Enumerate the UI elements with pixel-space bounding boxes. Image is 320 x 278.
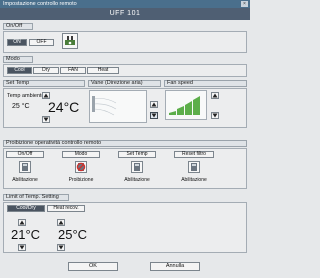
fan-speed-bars-icon [169, 96, 200, 115]
remote-enabled-icon [188, 161, 200, 173]
prohibit-set-temp-button[interactable]: Set Temp [118, 151, 156, 158]
heat-limit-up-button[interactable] [57, 219, 65, 226]
window-title: Impostazione controllo remoto [3, 1, 77, 7]
vane-airflow-icon [90, 91, 146, 122]
prohibition-section-title: Proibizione operatività controllo remoto [3, 140, 247, 147]
remote-enabled-icon [19, 161, 31, 173]
mode-heat-button[interactable]: Heat [87, 67, 119, 74]
limit-section-title: Limit of Temp. Setting [3, 194, 69, 201]
prohibit-reset-filter-status: Abilitazione [181, 177, 207, 183]
cool-limit-down-button[interactable] [18, 244, 26, 251]
temp-down-button[interactable] [42, 116, 50, 123]
off-button[interactable]: OFF [29, 39, 54, 46]
prohibit-reset-filter-button[interactable]: Reset filtro [174, 151, 214, 158]
ok-button[interactable]: OK [68, 262, 118, 271]
cancel-button[interactable]: Annulla [150, 262, 200, 271]
vane-down-button[interactable] [150, 112, 158, 119]
temp-up-button[interactable] [42, 92, 50, 99]
arrow-down-icon [58, 245, 64, 250]
arrow-up-icon [212, 93, 218, 98]
arrow-up-icon [43, 93, 49, 98]
set-temp-section-title: Set Temp [3, 80, 85, 87]
fan-up-button[interactable] [211, 92, 219, 99]
mode-section-title: Modo [3, 56, 33, 63]
vane-section-title: Vane (Direzione aria) [88, 80, 161, 87]
prohibit-onoff-button[interactable]: On/Off [6, 151, 44, 158]
arrow-up-icon [58, 220, 64, 225]
heat-limit-value: 25°C [58, 227, 88, 242]
prohibit-mode-status: Proibizione [68, 177, 94, 183]
mode-fan-button[interactable]: FAN [60, 67, 86, 74]
fan-speed-section-title: Fan speed [164, 80, 247, 87]
remote-enabled-icon [131, 161, 143, 173]
limit-cool-dry-button[interactable]: Cool/Dry [7, 205, 45, 212]
heat-limit-down-button[interactable] [57, 244, 65, 251]
cool-limit-up-button[interactable] [18, 219, 26, 226]
arrow-down-icon [151, 113, 157, 118]
prohibit-onoff-status: Abilitazione [12, 177, 38, 183]
arrow-up-icon [151, 102, 157, 107]
mode-cool-button[interactable]: Cool [7, 67, 32, 74]
ambient-temp-value: 25 °C [12, 103, 30, 110]
unit-name-bar: UFF 101 [0, 8, 250, 20]
on-button[interactable]: ON [7, 39, 27, 46]
set-temp-value: 24°C [48, 99, 80, 115]
mode-dry-button[interactable]: Dry [33, 67, 59, 74]
remote-prohibited-icon [75, 161, 87, 173]
fan-down-button[interactable] [211, 112, 219, 119]
arrow-down-icon [212, 113, 218, 118]
prohibit-set-temp-status: Abilitazione [124, 177, 150, 183]
vane-display [89, 90, 147, 123]
arrow-up-icon [19, 220, 25, 225]
window-title-bar: Impostazione controllo remoto × [0, 0, 250, 8]
fan-speed-display [165, 90, 207, 120]
close-icon[interactable]: × [241, 1, 248, 7]
vane-up-button[interactable] [150, 101, 158, 108]
cool-limit-value: 21°C [11, 227, 41, 242]
prohibit-mode-button[interactable]: Modo [62, 151, 100, 158]
power-plug-icon [62, 33, 78, 49]
arrow-down-icon [19, 245, 25, 250]
limit-heat-recov-button[interactable]: Heat recov. [47, 205, 85, 212]
onoff-section-title: On/Off [3, 23, 33, 30]
ambient-temp-label: Temp ambiente [7, 93, 45, 99]
arrow-down-icon [43, 117, 49, 122]
